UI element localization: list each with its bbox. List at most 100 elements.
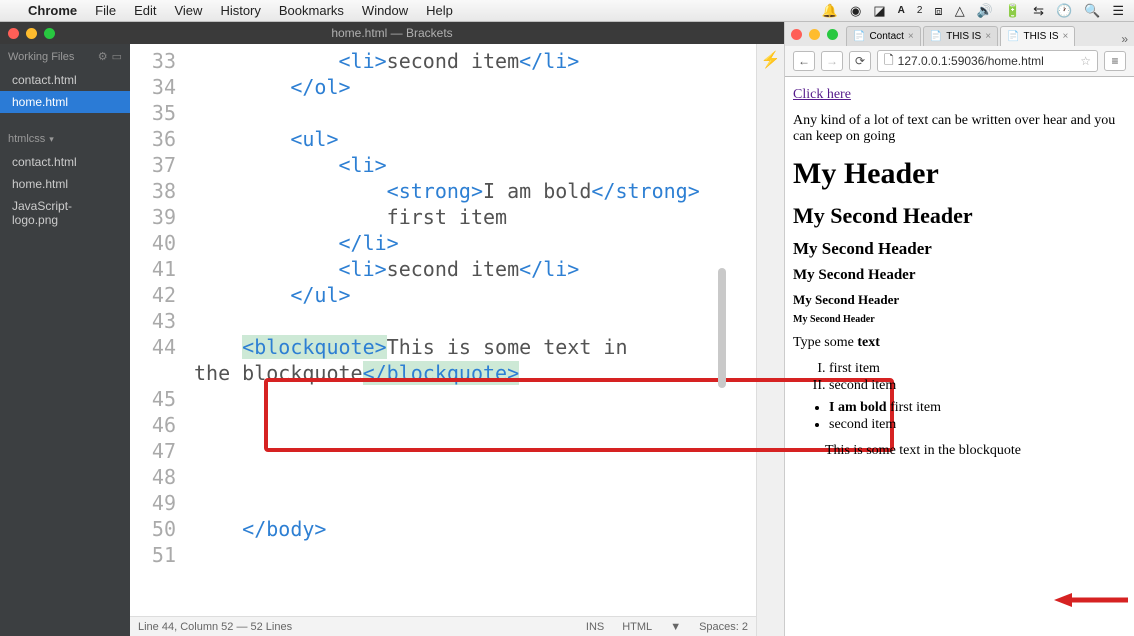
menubar-help[interactable]: Help xyxy=(426,3,453,18)
maximize-icon[interactable] xyxy=(44,28,55,39)
list-item: I am bold first item xyxy=(829,400,1126,416)
annotation-arrow-icon xyxy=(1054,591,1128,609)
browser-toolbar: ← → ⟳ 🗋 127.0.0.1:59036/home.html ☆ ≡ xyxy=(785,46,1134,76)
volume-icon[interactable]: 🔊 xyxy=(977,3,993,19)
close-tab-icon[interactable]: × xyxy=(985,31,991,42)
project-file-contact[interactable]: contact.html xyxy=(0,151,130,173)
code-line[interactable]: 44 <blockquote>This is some text in xyxy=(130,334,756,360)
reload-button[interactable]: ⟳ xyxy=(849,51,871,71)
menubar-edit[interactable]: Edit xyxy=(134,3,156,18)
close-icon[interactable] xyxy=(8,28,19,39)
address-bar[interactable]: 🗋 127.0.0.1:59036/home.html ☆ xyxy=(877,50,1098,72)
forward-button[interactable]: → xyxy=(821,51,843,71)
menubar-window[interactable]: Window xyxy=(362,3,408,18)
language-mode[interactable]: HTML xyxy=(622,621,652,633)
code-line[interactable]: 35 xyxy=(130,100,756,126)
working-file-contact[interactable]: contact.html xyxy=(0,69,130,91)
code-line[interactable]: 49 xyxy=(130,490,756,516)
clock-icon[interactable]: 🕐 xyxy=(1056,3,1072,19)
code-line[interactable]: 51 xyxy=(130,542,756,568)
bookmark-star-icon[interactable]: ☆ xyxy=(1080,54,1091,68)
code-line[interactable]: 45 xyxy=(130,386,756,412)
app-icon[interactable]: ◪ xyxy=(873,3,885,19)
unordered-list: I am bold first item second item xyxy=(829,400,1126,433)
project-file-logo[interactable]: JavaScript-logo.png xyxy=(0,195,130,231)
back-button[interactable]: ← xyxy=(793,51,815,71)
battery-icon[interactable]: 🔋 xyxy=(1005,3,1021,19)
dropbox-icon[interactable]: ⧈ xyxy=(934,3,942,19)
page-h2: My Second Header xyxy=(793,203,1126,229)
notification-icon[interactable]: 🔔 xyxy=(822,3,838,19)
code-line[interactable]: 34 </ol> xyxy=(130,74,756,100)
minimize-icon[interactable] xyxy=(809,29,820,40)
tab-contact[interactable]: 📄 Contact× xyxy=(846,26,921,46)
close-icon[interactable] xyxy=(791,29,802,40)
menu-icon[interactable]: ☰ xyxy=(1112,3,1124,19)
number-icon[interactable]: 2 xyxy=(917,5,923,16)
search-icon[interactable]: 🔍 xyxy=(1084,3,1100,19)
menubar-bookmarks[interactable]: Bookmarks xyxy=(279,3,344,18)
list-item: second item xyxy=(829,378,1126,394)
maximize-icon[interactable] xyxy=(827,29,838,40)
menubar-app[interactable]: Chrome xyxy=(28,3,77,18)
code-line[interactable]: 33 <li>second item</li> xyxy=(130,48,756,74)
paragraph: Any kind of a lot of text can be written… xyxy=(793,113,1126,145)
page-h5: My Second Header xyxy=(793,292,1126,308)
project-file-home[interactable]: home.html xyxy=(0,173,130,195)
scrollbar-thumb[interactable] xyxy=(718,268,726,388)
line-number: 49 xyxy=(130,490,194,516)
tab-this-is-2[interactable]: 📄 THIS IS× xyxy=(1000,26,1075,46)
insert-mode[interactable]: INS xyxy=(586,621,604,633)
page-icon: 📄 xyxy=(1007,31,1019,42)
adobe-icon[interactable]: A xyxy=(898,5,905,16)
window-title: home.html — Brackets xyxy=(0,26,784,40)
dropdown-icon[interactable]: ▼ xyxy=(670,621,681,633)
code-line[interactable]: 40 </li> xyxy=(130,230,756,256)
menubar-file[interactable]: File xyxy=(95,3,116,18)
line-number: 34 xyxy=(130,74,194,100)
code-line[interactable]: 39 first item xyxy=(130,204,756,230)
indent-setting[interactable]: Spaces: 2 xyxy=(699,621,748,633)
code-line[interactable]: 46 xyxy=(130,412,756,438)
code-line[interactable]: 48 xyxy=(130,464,756,490)
minimize-icon[interactable] xyxy=(26,28,37,39)
gear-icon[interactable]: ⚙ xyxy=(98,50,108,63)
statusbar: Line 44, Column 52 — 52 Lines INS HTML ▼… xyxy=(130,616,756,636)
line-number: 39 xyxy=(130,204,194,230)
working-files-header[interactable]: Working Files ⚙ ▭ xyxy=(0,44,130,69)
code-line[interactable]: 47 xyxy=(130,438,756,464)
drive-icon[interactable]: △ xyxy=(955,3,965,19)
code-line[interactable]: 43 xyxy=(130,308,756,334)
split-icon[interactable]: ▭ xyxy=(112,50,122,63)
rendered-page: Click here Any kind of a lot of text can… xyxy=(785,77,1134,636)
hamburger-menu-icon[interactable]: ≡ xyxy=(1104,51,1126,71)
working-file-home[interactable]: home.html xyxy=(0,91,130,113)
page-h6: My Second Header xyxy=(793,314,1126,325)
project-header[interactable]: htmlcss ▾ xyxy=(0,127,130,151)
chrome-menu-icon[interactable]: » xyxy=(1121,32,1128,46)
menubar-status-icons: 🔔 ◉ ◪ A 2 ⧈ △ 🔊 🔋 ⇆ 🕐 🔍 ☰ xyxy=(822,3,1124,19)
close-tab-icon[interactable]: × xyxy=(908,31,914,42)
line-number: 45 xyxy=(130,386,194,412)
code-line[interactable]: 50 </body> xyxy=(130,516,756,542)
line-number: 46 xyxy=(130,412,194,438)
page-icon: 📄 xyxy=(853,31,865,42)
link-click-here[interactable]: Click here xyxy=(793,87,851,102)
code-line[interactable]: 42 </ul> xyxy=(130,282,756,308)
wifi-icon[interactable]: ⇆ xyxy=(1033,3,1044,19)
menubar-history[interactable]: History xyxy=(220,3,260,18)
code-line[interactable]: 37 <li> xyxy=(130,152,756,178)
menubar-view[interactable]: View xyxy=(174,3,202,18)
code-line[interactable]: 38 <strong>I am bold</strong> xyxy=(130,178,756,204)
page-h3: My Second Header xyxy=(793,239,1126,259)
close-tab-icon[interactable]: × xyxy=(1063,31,1069,42)
tab-this-is-1[interactable]: 📄 THIS IS× xyxy=(923,26,998,46)
scrollbar[interactable] xyxy=(716,48,726,612)
page-icon: 🗋 xyxy=(884,51,894,72)
code-line[interactable]: 41 <li>second item</li> xyxy=(130,256,756,282)
live-preview-icon[interactable]: ⚡ xyxy=(761,50,781,70)
code-line[interactable]: 36 <ul> xyxy=(130,126,756,152)
code-line[interactable]: the blockquote</blockquote> xyxy=(130,360,756,386)
code-editor[interactable]: 33 <li>second item</li>34 </ol>3536 <ul>… xyxy=(130,44,756,636)
circle-icon[interactable]: ◉ xyxy=(850,3,861,19)
